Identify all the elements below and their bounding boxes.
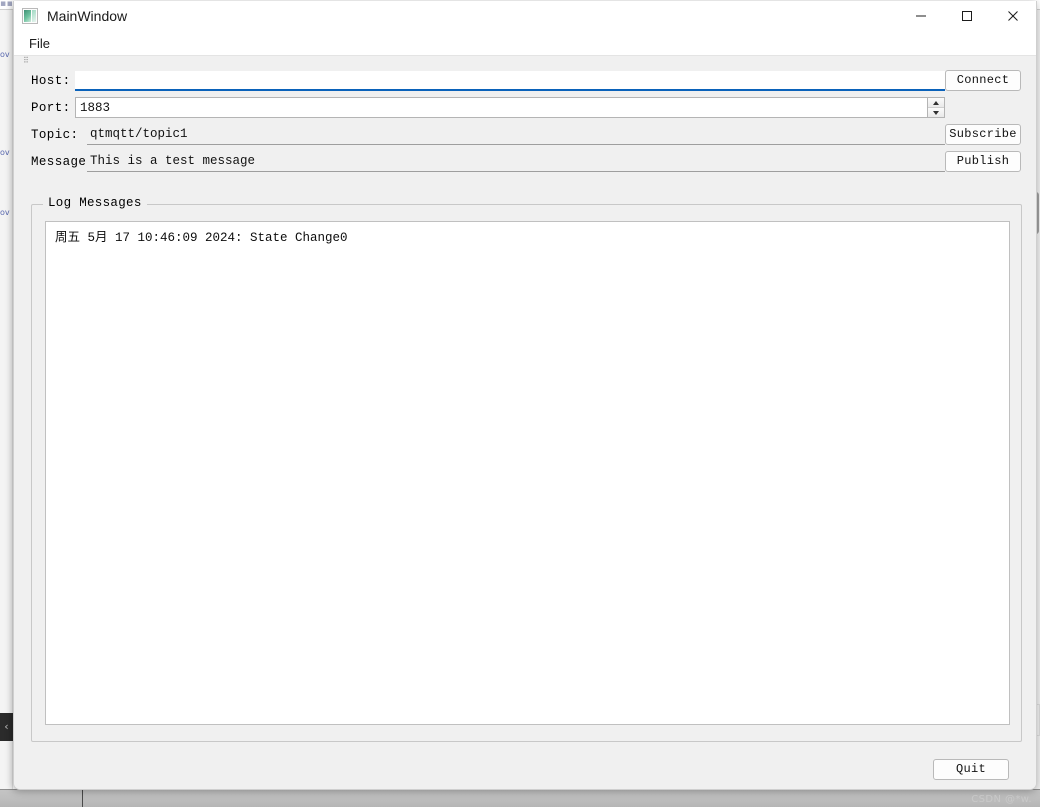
spin-down-icon[interactable] xyxy=(928,107,944,117)
screen-root: ▪▪ ▪▪▪▪ ▪▪▪▪▪ ▪▪▪▪▪▪▪▪ ▪▪▪ ▪▪▪ ▪▪▪▪▪▪▪▪▪… xyxy=(0,0,1040,807)
log-line: 周五 5月 17 10:46:09 2024: State Change0 xyxy=(55,229,1000,247)
background-left-item: ov xyxy=(0,50,11,60)
menu-bar: File xyxy=(14,31,1036,55)
title-bar: MainWindow xyxy=(14,1,1036,31)
log-messages-view[interactable]: 周五 5月 17 10:46:09 2024: State Change0 xyxy=(45,221,1010,725)
window-title: MainWindow xyxy=(47,8,127,24)
message-row: Message: Publish xyxy=(19,148,1031,175)
maximize-icon[interactable] xyxy=(944,1,990,31)
publish-button-slot: Publish xyxy=(945,151,1031,172)
background-left-item: ov xyxy=(0,208,11,218)
host-input[interactable] xyxy=(75,71,945,91)
message-input[interactable] xyxy=(87,152,945,172)
subscribe-button[interactable]: Subscribe xyxy=(945,124,1021,145)
close-icon[interactable] xyxy=(990,1,1036,31)
connect-button-slot: Connect xyxy=(945,70,1031,91)
drag-handle-icon[interactable]: ⠿ xyxy=(23,59,27,63)
minimize-icon[interactable] xyxy=(898,1,944,31)
background-dark-tab[interactable]: ‹ xyxy=(0,713,13,741)
qt-app-icon xyxy=(22,8,38,24)
subscribe-button-slot: Subscribe xyxy=(945,124,1031,145)
background-left-item: ov xyxy=(0,148,11,158)
background-left-rail xyxy=(0,10,13,790)
connection-form: Host: Connect Port: xyxy=(19,67,1031,175)
topic-row: Topic: Subscribe xyxy=(19,121,1031,148)
port-row: Port: xyxy=(19,94,1031,121)
taskbar-separator xyxy=(82,790,83,807)
port-label: Port: xyxy=(19,101,75,115)
log-messages-title: Log Messages xyxy=(43,196,147,210)
topic-label: Topic: xyxy=(19,128,87,142)
footer-bar: Quit xyxy=(14,752,1036,788)
port-spinbox[interactable] xyxy=(75,97,945,118)
main-window: MainWindow File ⠿ xyxy=(13,1,1037,790)
client-area: ⠿ Host: Connect Port: xyxy=(14,56,1036,789)
topic-input[interactable] xyxy=(87,125,945,145)
host-row: Host: Connect xyxy=(19,67,1031,94)
window-controls xyxy=(898,1,1036,31)
toolbar-handle-strip: ⠿ xyxy=(14,56,1036,65)
connect-button[interactable]: Connect xyxy=(945,70,1021,91)
publish-button[interactable]: Publish xyxy=(945,151,1021,172)
taskbar xyxy=(0,789,1040,807)
log-messages-group: Log Messages 周五 5月 17 10:46:09 2024: Sta… xyxy=(31,204,1022,742)
message-label: Message: xyxy=(19,155,87,169)
spin-up-icon[interactable] xyxy=(928,98,944,107)
quit-button[interactable]: Quit xyxy=(933,759,1009,780)
port-spin-buttons xyxy=(927,98,944,117)
port-input[interactable] xyxy=(76,98,927,117)
watermark: CSDN @*w. xyxy=(971,794,1032,805)
menu-item-file[interactable]: File xyxy=(23,34,56,53)
host-label: Host: xyxy=(19,74,75,88)
